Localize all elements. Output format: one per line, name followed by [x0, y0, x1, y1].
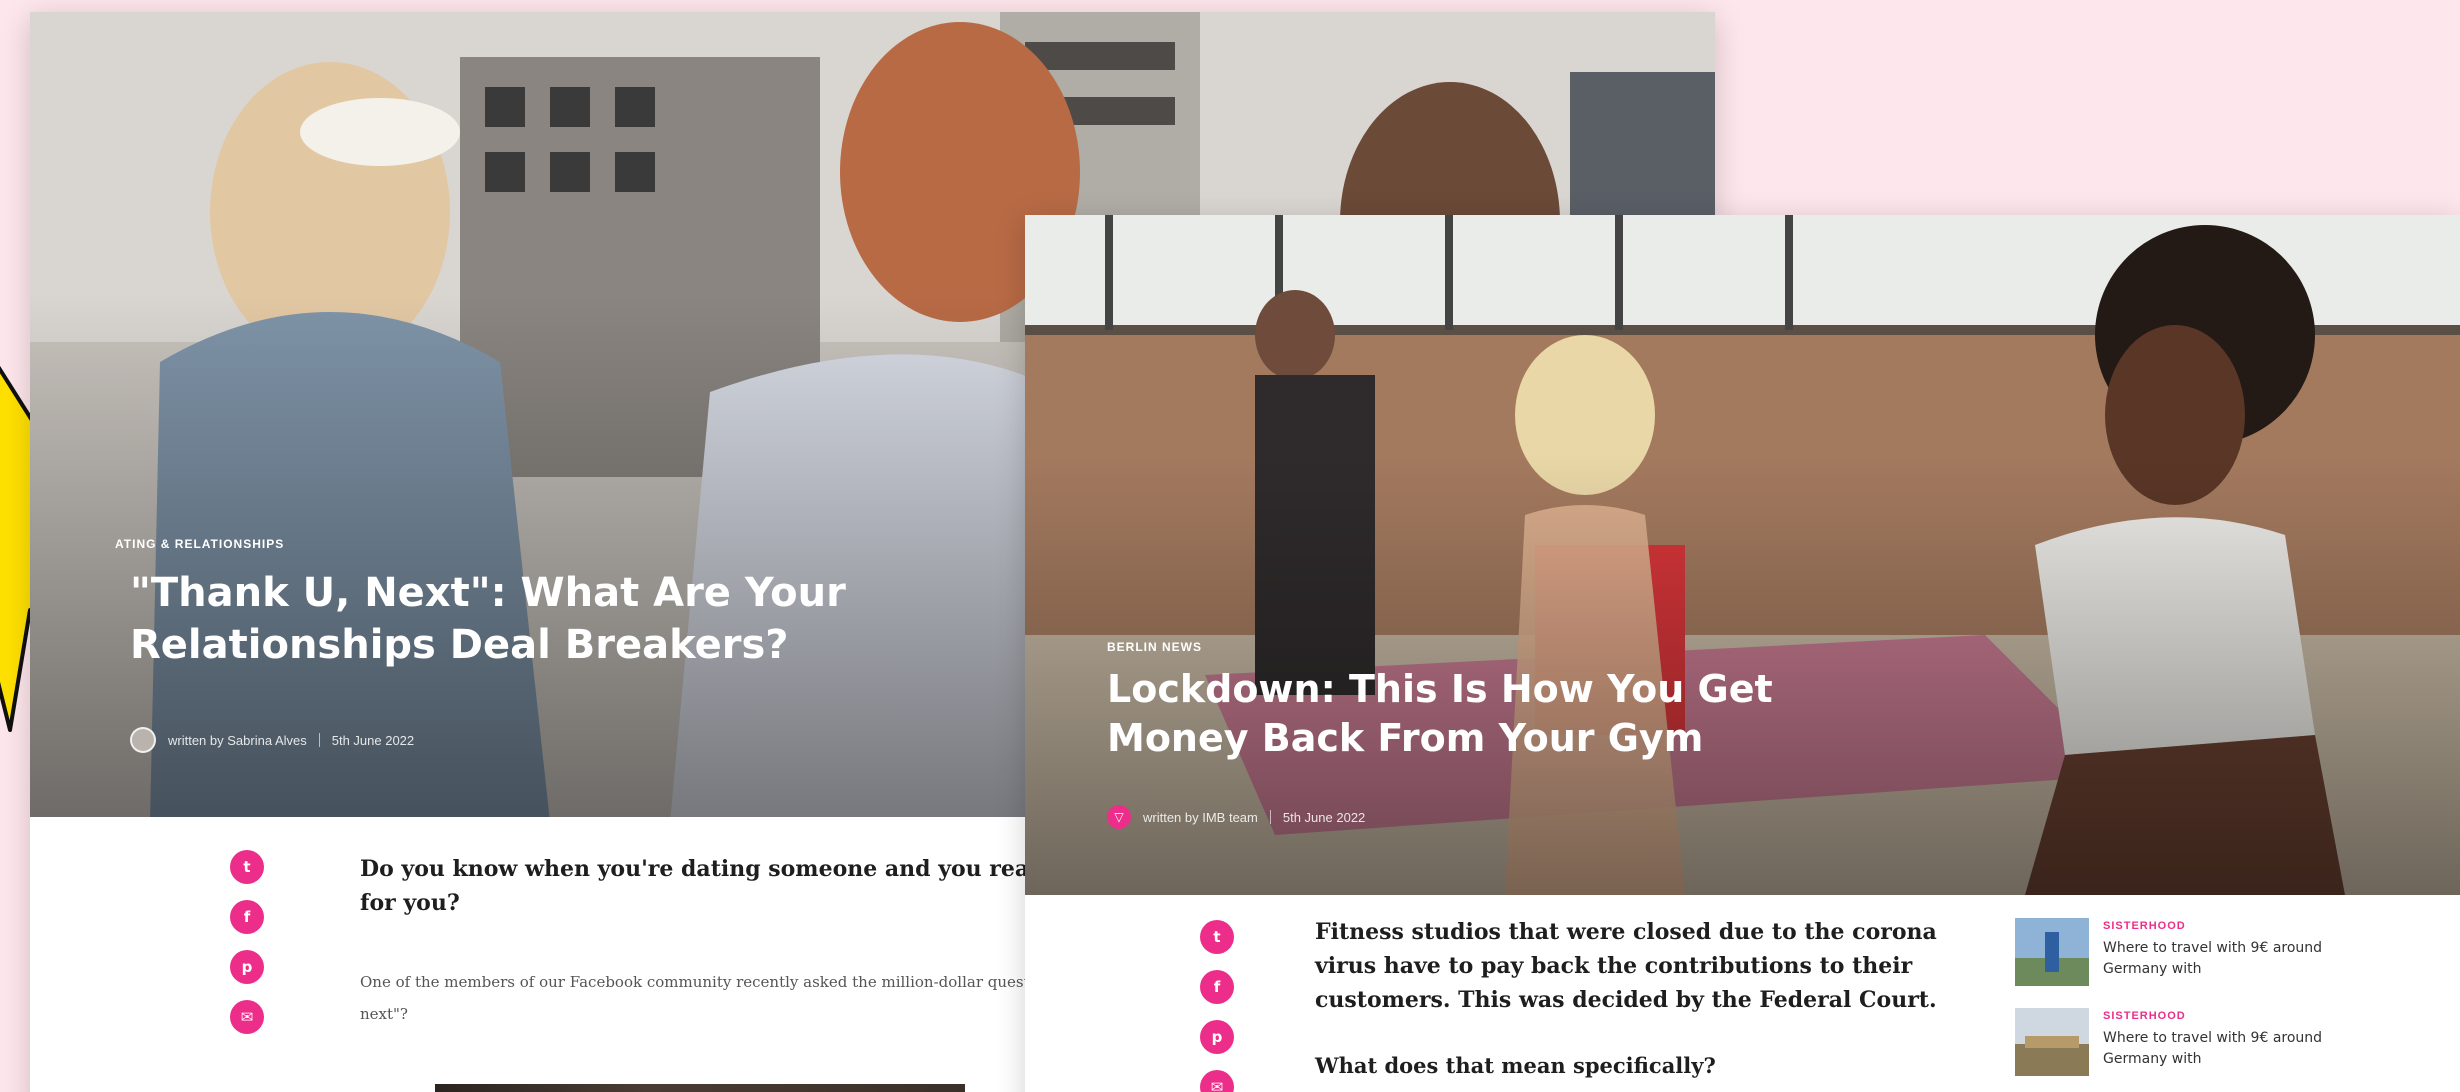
magazine-logo-icon: ▽: [1107, 805, 1131, 829]
related-article-category[interactable]: SISTERHOOD: [2103, 920, 2363, 932]
related-article-title[interactable]: Where to travel with 9€ around Germany w…: [2103, 1028, 2363, 1070]
related-article[interactable]: SISTERHOOD Where to travel with 9€ aroun…: [2015, 918, 2435, 986]
author-name[interactable]: written by Sabrina Alves: [168, 733, 307, 748]
article-inline-image: [435, 1084, 965, 1092]
related-article[interactable]: SISTERHOOD Where to travel with 9€ aroun…: [2015, 1008, 2435, 1076]
share-buttons: t f p ✉: [1200, 920, 1234, 1092]
publish-date: 5th June 2022: [331, 732, 415, 748]
related-article-title[interactable]: Where to travel with 9€ around Germany w…: [2103, 938, 2363, 980]
facebook-icon[interactable]: f: [1200, 970, 1234, 1004]
mail-icon[interactable]: ✉: [1200, 1070, 1234, 1092]
share-buttons: t f p ✉: [230, 850, 264, 1034]
article-lead: Fitness studios that were closed due to …: [1315, 919, 1937, 1014]
article-category[interactable]: ATING & RELATIONSHIPS: [115, 537, 284, 551]
mail-icon[interactable]: ✉: [230, 1000, 264, 1034]
article-card-gym: BERLIN NEWS Lockdown: This Is How You Ge…: [1025, 215, 2460, 1092]
pinterest-icon[interactable]: p: [230, 950, 264, 984]
related-article-thumbnail[interactable]: [2015, 1008, 2089, 1076]
twitter-icon[interactable]: t: [1200, 920, 1234, 954]
hero-image-gym: BERLIN NEWS Lockdown: This Is How You Ge…: [1025, 215, 2460, 895]
related-articles-sidebar: SISTERHOOD Where to travel with 9€ aroun…: [2015, 918, 2435, 1092]
article-title[interactable]: Lockdown: This Is How You Get Money Back…: [1107, 665, 1907, 764]
byline: written by Sabrina Alves 5th June 2022: [130, 727, 414, 753]
twitter-icon[interactable]: t: [230, 850, 264, 884]
byline: ▽ written by IMB team 5th June 2022: [1107, 805, 1365, 829]
pinterest-icon[interactable]: p: [1200, 1020, 1234, 1054]
byline-divider: [318, 733, 320, 747]
article-category[interactable]: BERLIN NEWS: [1107, 640, 1202, 654]
facebook-icon[interactable]: f: [230, 900, 264, 934]
article-title[interactable]: "Thank U, Next": What Are Your Relations…: [130, 567, 930, 671]
related-article-thumbnail[interactable]: [2015, 918, 2089, 986]
byline-divider: [1269, 810, 1271, 824]
author-avatar: [130, 727, 156, 753]
related-article-category[interactable]: SISTERHOOD: [2103, 1010, 2363, 1022]
publish-date: 5th June 2022: [1282, 809, 1366, 825]
article-subheading: What does that mean specifically?: [1315, 1053, 1716, 1078]
author-name[interactable]: written by IMB team: [1143, 810, 1258, 825]
